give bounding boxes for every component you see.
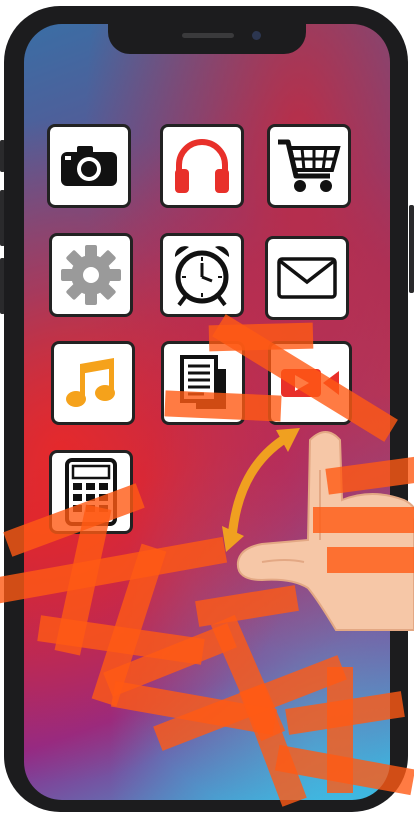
settings-app[interactable] (49, 233, 133, 317)
headphones-app[interactable] (160, 124, 244, 208)
notch (108, 24, 306, 54)
earpiece-speaker (182, 33, 234, 38)
documents-icon (180, 355, 226, 409)
headphones-icon (175, 139, 229, 193)
mail-app[interactable] (265, 236, 349, 320)
shopping-cart-icon (278, 139, 341, 192)
gear-icon (61, 245, 121, 305)
shopping-app[interactable] (267, 124, 351, 208)
power-button[interactable] (409, 205, 414, 293)
camera-icon (61, 146, 117, 186)
envelope-icon (277, 257, 337, 299)
camera-app[interactable] (47, 124, 131, 208)
alarm-clock-app[interactable] (160, 233, 244, 317)
front-camera (252, 31, 261, 40)
documents-app[interactable] (161, 341, 245, 425)
video-app[interactable] (268, 341, 352, 425)
calculator-app[interactable] (49, 450, 133, 534)
video-camera-icon (281, 369, 339, 397)
alarm-clock-icon (174, 246, 230, 307)
music-note-icon (66, 358, 115, 407)
music-app[interactable] (51, 341, 135, 425)
calculator-icon (65, 458, 117, 526)
